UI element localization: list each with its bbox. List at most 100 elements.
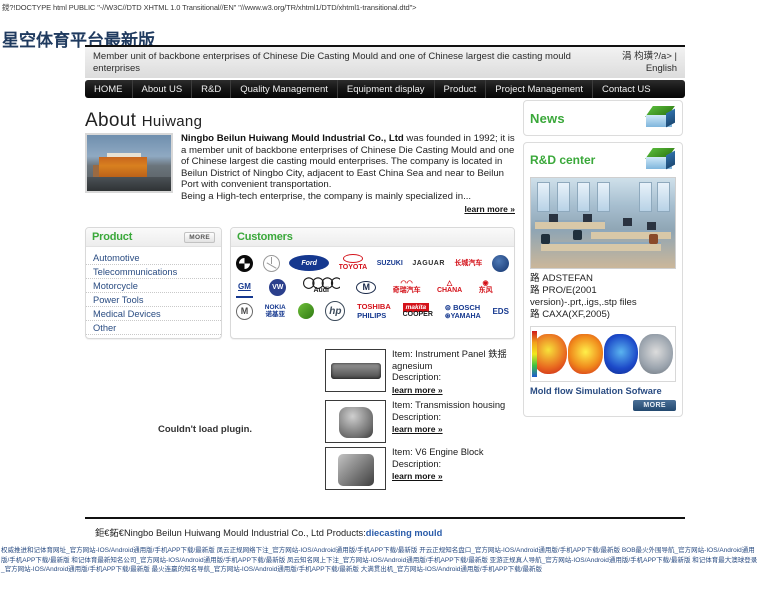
item-description: Description: bbox=[392, 411, 442, 422]
product-panel-title: Product bbox=[92, 231, 133, 244]
nav-quality-management[interactable]: Quality Management bbox=[231, 80, 338, 98]
nav-equipment-display[interactable]: Equipment display bbox=[338, 80, 435, 98]
software-item-caxa: 路 CAXA(XF,2005) bbox=[530, 309, 610, 320]
v6-engine-block-thumb[interactable] bbox=[325, 447, 386, 491]
rd-center-photo bbox=[530, 177, 676, 269]
product-item-other[interactable]: Other bbox=[86, 321, 221, 336]
about-heading-sub: Huiwang bbox=[141, 113, 203, 130]
nav-contact-us[interactable]: Contact US bbox=[593, 80, 660, 98]
great-wall-logo: 长城汽车 bbox=[454, 260, 483, 268]
cube-icon bbox=[645, 105, 676, 131]
nav-product[interactable]: Product bbox=[435, 80, 487, 98]
suzuki-logo: SUZUKI bbox=[376, 259, 403, 267]
lang-english-link[interactable]: English bbox=[585, 63, 677, 75]
about-intro: Ningbo Beilun Huiwang Mould Industrial C… bbox=[85, 133, 515, 215]
rd-more-row: MORE bbox=[524, 398, 682, 416]
language-switcher[interactable]: 涓 枃璜?/a> | English bbox=[585, 50, 677, 75]
mold-flow-simulation-image bbox=[530, 326, 676, 382]
main-column: About Huiwang Ningbo Beilun Huiwang Moul… bbox=[85, 100, 515, 509]
footer-prefix: 鉅€鉐€ bbox=[95, 528, 124, 539]
content-columns: About Huiwang Ningbo Beilun Huiwang Moul… bbox=[85, 100, 685, 509]
customers-panel-header: Customers bbox=[231, 228, 514, 248]
bmw-logo bbox=[236, 253, 253, 274]
sony-ericsson-logo bbox=[297, 301, 314, 322]
sidebar: News R&D center 路 ADSTEFAN 路 PRO/E(2001 … bbox=[523, 100, 683, 509]
customers-panel-title: Customers bbox=[237, 231, 293, 244]
product-item-motorcycle[interactable]: Motorcycle bbox=[86, 279, 221, 294]
customer-logo-row-2: GM VW ◯◯◯◯ Audi M ◠◠ 奇瑞汽车 △ CHANA ◉ 东风 bbox=[236, 275, 509, 299]
site-wrapper: Member unit of backbone enterprises of C… bbox=[85, 45, 685, 543]
panels-row: Product MORE Automotive Telecommunicatio… bbox=[85, 227, 515, 340]
item-learn-more-link[interactable]: learn more » bbox=[392, 424, 515, 436]
company-slogan: Member unit of backbone enterprises of C… bbox=[93, 51, 571, 74]
toshiba-philips-stack: TOSHIBA PHILIPS bbox=[357, 302, 391, 321]
mold-flow-caption: Mold flow Simulation Sofware bbox=[530, 386, 662, 396]
bosch-yamaha-stack: ⊜ BOSCH ⊛YAMAHA bbox=[444, 302, 481, 320]
company-building-photo bbox=[85, 133, 173, 193]
rd-more-button[interactable]: MORE bbox=[633, 400, 676, 411]
featured-items-list: Item: Instrument Panel 鉄揺agnesium Descri… bbox=[325, 349, 515, 509]
about-intro-text: Ningbo Beilun Huiwang Mould Industrial C… bbox=[181, 133, 515, 215]
nokia-logo: NOKIA 诺基亚 bbox=[264, 304, 286, 319]
page-root: 鎲?!DOCTYPE html PUBLIC "-//W3C//DTD XHTM… bbox=[0, 0, 760, 600]
rd-center-panel-header: R&D center bbox=[524, 143, 682, 177]
gm-logo: GM bbox=[236, 277, 253, 298]
volkswagen-logo: VW bbox=[269, 277, 287, 298]
nav-home[interactable]: HOME bbox=[85, 80, 133, 98]
customer-logo-row-3: M NOKIA 诺基亚 hp TOSHIBA PHILIPS makita CO… bbox=[236, 299, 509, 323]
dongfeng-logo: ◉ 东风 bbox=[478, 280, 493, 295]
item-description: Description: bbox=[392, 458, 442, 469]
nav-rd[interactable]: R&D bbox=[192, 80, 232, 98]
transmission-housing-thumb[interactable] bbox=[325, 400, 386, 444]
item-info: Item: V6 Engine Block Description: learn… bbox=[392, 447, 515, 490]
product-more-button[interactable]: MORE bbox=[184, 231, 215, 243]
footer-product-link[interactable]: diecasting mould bbox=[366, 528, 442, 538]
rd-center-panel: R&D center 路 ADSTEFAN 路 PRO/E(2001 versi… bbox=[523, 142, 683, 417]
toyota-logo: TOYOTA bbox=[339, 253, 367, 274]
changan-logo: △ CHANA bbox=[436, 280, 463, 295]
item-learn-more-link[interactable]: learn more » bbox=[392, 385, 515, 397]
rd-software-list: 路 ADSTEFAN 路 PRO/E(2001 version)-.prt,.i… bbox=[524, 269, 682, 323]
item-title: Item: V6 Engine Block bbox=[392, 447, 484, 458]
product-item-power-tools[interactable]: Power Tools bbox=[86, 293, 221, 308]
mercedes-benz-logo bbox=[262, 253, 280, 274]
brilliance-logo bbox=[491, 253, 509, 274]
product-item-automotive[interactable]: Automotive bbox=[86, 251, 221, 266]
rd-center-panel-title: R&D center bbox=[530, 153, 596, 167]
instrument-panel-thumb[interactable] bbox=[325, 349, 386, 393]
software-item-adstefan: 路 ADSTEFAN bbox=[530, 273, 593, 284]
customer-logo-row-1: Ford TOYOTA SUZUKI JAGUAR 长城汽车 bbox=[236, 251, 509, 275]
company-name: Ningbo Beilun Huiwang Mould Industrial C… bbox=[181, 133, 404, 144]
item-description: Description: bbox=[392, 372, 442, 383]
seo-spam-text: 权威推进和记体育网址_官方网站-IOS/Android通用版/手机APP下载/最… bbox=[1, 547, 758, 574]
footer-text: Ningbo Beilun Huiwang Mould Industrial C… bbox=[123, 528, 366, 539]
item-learn-more-link[interactable]: learn more » bbox=[392, 471, 515, 483]
bosch-yamaha-group: ⊜ BOSCH ⊛YAMAHA bbox=[445, 301, 481, 322]
stray-doctype-text: 鎲?!DOCTYPE html PUBLIC "-//W3C//DTD XHTM… bbox=[2, 3, 417, 12]
product-item-telecommunications[interactable]: Telecommunications bbox=[86, 265, 221, 280]
nav-about-us[interactable]: About US bbox=[133, 80, 193, 98]
list-item: Item: V6 Engine Block Description: learn… bbox=[325, 447, 515, 491]
nav-project-management[interactable]: Project Management bbox=[486, 80, 593, 98]
main-navigation[interactable]: HOME About US R&D Quality Management Equ… bbox=[85, 80, 685, 98]
motorola-logo: M bbox=[236, 301, 253, 322]
item-info: Item: Instrument Panel 鉄揺agnesium Descri… bbox=[392, 349, 515, 396]
news-panel: News bbox=[523, 100, 683, 136]
footer: 鉅€鉐€Ningbo Beilun Huiwang Mould Industri… bbox=[85, 519, 685, 543]
chery-logo: ◠◠ 奇瑞汽车 bbox=[392, 280, 421, 295]
about-heading: About Huiwang bbox=[85, 110, 515, 133]
about-learn-more-link[interactable]: learn more » bbox=[181, 204, 515, 216]
news-panel-title: News bbox=[530, 110, 565, 126]
about-body-2: Being a High-tech enterprise, the compan… bbox=[181, 190, 472, 202]
lang-chinese-link[interactable]: 涓 枃璜?/a> | bbox=[585, 51, 677, 63]
product-item-medical-devices[interactable]: Medical Devices bbox=[86, 307, 221, 322]
audi-logo: ◯◯◯◯ Audi bbox=[302, 277, 340, 295]
software-item-proe: 路 PRO/E(2001 version)-.prt,.igs,.stp fil… bbox=[530, 285, 637, 308]
lower-content: Couldn't load plugin. Item: Instrument P… bbox=[85, 349, 515, 509]
about-heading-main: About bbox=[85, 110, 137, 131]
customer-logo-grid: Ford TOYOTA SUZUKI JAGUAR 长城汽车 GM VW ◯◯◯ bbox=[231, 247, 514, 328]
news-panel-header: News bbox=[524, 101, 682, 135]
customers-panel: Customers Ford TOYOTA SUZUKI JAGUAR 长城汽车 bbox=[230, 227, 515, 340]
list-item: Item: Transmission housing Description: … bbox=[325, 400, 515, 444]
ford-logo: Ford bbox=[289, 255, 330, 272]
